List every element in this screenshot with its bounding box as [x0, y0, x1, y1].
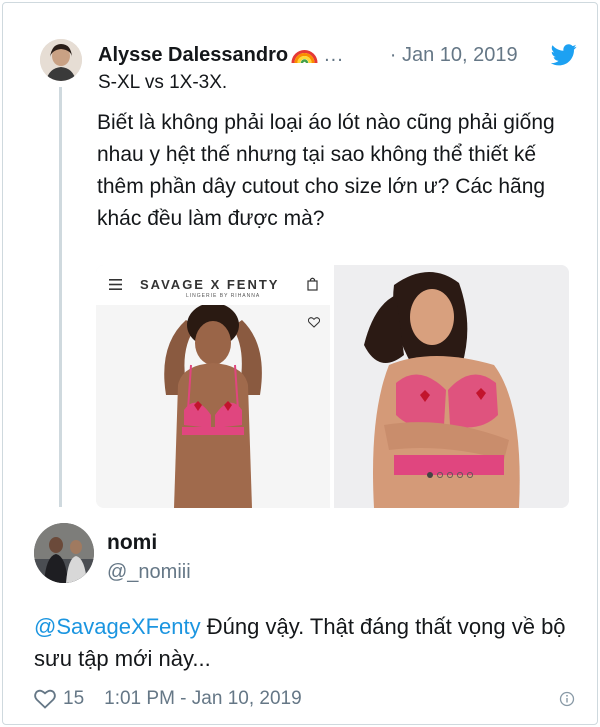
brand-header: SAVAGE X FENTY LINGERIE BY RIHANNA [96, 265, 330, 305]
tweet-date[interactable]: · Jan 10, 2019 [390, 44, 518, 67]
reply-author-handle[interactable]: @_nomiii [107, 561, 191, 584]
author-name[interactable]: Alysse Dalessandro [98, 44, 288, 67]
rainbow-emoji-icon [291, 50, 318, 64]
tweet-footer: 15 1:01 PM - Jan 10, 2019 [34, 686, 302, 712]
reply-timestamp[interactable]: 1:01 PM - Jan 10, 2019 [104, 688, 302, 710]
thread-connector [59, 87, 62, 507]
carousel-indicator[interactable] [426, 471, 478, 479]
heart-outline-icon[interactable] [34, 689, 56, 709]
reply-author-name[interactable]: nomi [107, 531, 157, 555]
like-count: 15 [63, 688, 85, 709]
brand-subtitle: LINGERIE BY RIHANNA [186, 293, 261, 299]
tweet-card: Alysse Dalessandro ... · Jan 10, 2019 S-… [2, 2, 598, 725]
brand-logo-text: SAVAGE X FENTY [140, 277, 280, 292]
twitter-bird-icon[interactable] [551, 44, 577, 66]
avatar[interactable] [40, 39, 82, 81]
shopping-bag-icon[interactable] [307, 277, 318, 291]
wishlist-heart-icon[interactable] [308, 317, 320, 328]
tweet-header: Alysse Dalessandro ... · Jan 10, 2019 [98, 42, 577, 68]
info-icon[interactable] [559, 691, 575, 707]
reply-context: S-XL vs 1X-3X. [98, 72, 228, 93]
media-photo-right[interactable] [334, 265, 569, 508]
mention-link[interactable]: @SavageXFenty [34, 614, 201, 639]
menu-icon[interactable] [109, 279, 122, 290]
tweet-media[interactable]: SAVAGE X FENTY LINGERIE BY RIHANNA [96, 265, 569, 508]
more-ellipsis[interactable]: ... [324, 44, 344, 67]
tweet-text: Biết là không phải loại áo lót nào cũng … [97, 111, 555, 230]
reply-avatar[interactable] [34, 523, 94, 583]
media-photo-left[interactable]: SAVAGE X FENTY LINGERIE BY RIHANNA [96, 265, 330, 508]
reply-text: @SavageXFenty Đúng vậy. Thật đáng thất v… [34, 611, 579, 675]
